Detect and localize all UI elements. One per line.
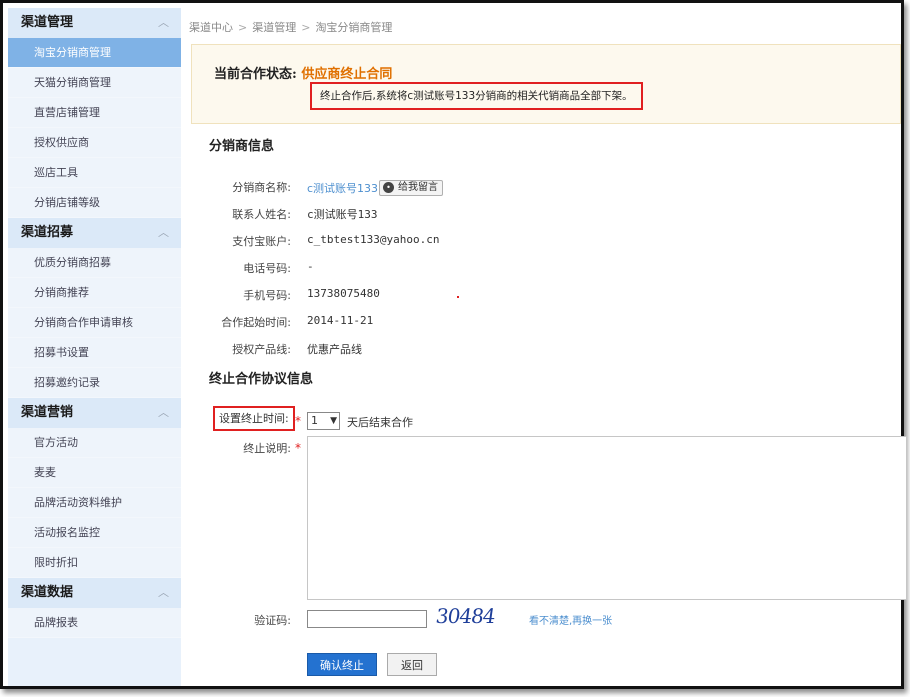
end-time-label: 设置终止时间: — [213, 406, 295, 431]
sidebar-item-maimai[interactable]: 麦麦 — [8, 458, 181, 488]
main-content: 渠道中心 > 渠道管理 > 淘宝分销商管理 当前合作状态: 供应商终止合同 终止合作后,… — [181, 8, 907, 686]
sidebar-item-signup-monitor[interactable]: 活动报名监控 — [8, 518, 181, 548]
chat-icon: • — [383, 182, 394, 193]
field-value-alipay: c_tbtest133@yahoo.cn — [307, 233, 440, 246]
confirm-terminate-button[interactable]: 确认终止 — [307, 653, 377, 676]
captcha-label: 验证码: — [254, 614, 291, 627]
breadcrumb-item-channel-center[interactable]: 渠道中心 — [189, 21, 233, 34]
sidebar-section-channel-data[interactable]: 渠道数据 ︿ — [8, 578, 181, 608]
status-panel: 当前合作状态: 供应商终止合同 终止合作后,系统将c测试账号133分销商的相关代… — [191, 44, 901, 124]
cooperation-status: 当前合作状态: 供应商终止合同 — [214, 63, 392, 82]
leave-message-button[interactable]: • 给我留言 — [379, 180, 443, 196]
termination-info-title: 终止合作协议信息 — [209, 372, 314, 387]
sidebar-section-title: 渠道招募 — [21, 225, 74, 240]
sidebar-item-application-review[interactable]: 分销商合作申请审核 — [8, 308, 181, 338]
chevron-down-icon: ▼ — [330, 416, 337, 426]
field-label-contact: 联系人姓名: — [232, 208, 291, 221]
status-value: 供应商终止合同 — [301, 67, 393, 82]
chevron-up-icon[interactable]: ︿ — [158, 8, 169, 38]
sidebar-item-official-events[interactable]: 官方活动 — [8, 428, 181, 458]
sidebar-section-title: 渠道数据 — [21, 585, 74, 600]
breadcrumb-item-channel-management[interactable]: 渠道管理 — [252, 21, 296, 34]
browser-frame: 渠道管理 ︿ 淘宝分销商管理 天猫分销商管理 直营店铺管理 授权供应商 巡店工具… — [0, 0, 907, 689]
sidebar-item-flash-discount[interactable]: 限时折扣 — [8, 548, 181, 578]
sidebar-item-direct-stores[interactable]: 直营店铺管理 — [8, 98, 181, 128]
field-value-phone: - — [307, 260, 314, 273]
field-label-product-line: 授权产品线: — [232, 343, 291, 356]
breadcrumb: 渠道中心 > 渠道管理 > 淘宝分销商管理 — [189, 19, 392, 35]
field-value-start-date: 2014-11-21 — [307, 314, 374, 327]
breadcrumb-separator: > — [238, 21, 248, 34]
field-value-contact: c测试账号133 — [307, 208, 378, 221]
description-label: 终止说明: — [243, 442, 291, 455]
captcha-image[interactable]: 30484 — [434, 604, 496, 628]
sidebar-item-recruitment-settings[interactable]: 招募书设置 — [8, 338, 181, 368]
required-mark: * — [295, 441, 301, 455]
termination-notice: 终止合作后,系统将c测试账号133分销商的相关代销商品全部下架。 — [310, 82, 643, 110]
sidebar-section-channel-management[interactable]: 渠道管理 ︿ — [8, 8, 181, 38]
captcha-input[interactable] — [307, 610, 427, 628]
distributor-name-link[interactable]: c测试账号133 — [307, 180, 378, 196]
back-button[interactable]: 返回 — [387, 653, 437, 676]
sidebar-item-authorized-suppliers[interactable]: 授权供应商 — [8, 128, 181, 158]
field-label-alipay: 支付宝账户: — [232, 235, 291, 248]
field-label-start-date: 合作起始时间: — [221, 316, 291, 329]
sidebar-section-channel-marketing[interactable]: 渠道营销 ︿ — [8, 398, 181, 428]
end-days-select[interactable]: 1 ▼ — [307, 412, 340, 430]
field-label-phone: 电话号码: — [243, 262, 291, 275]
chevron-up-icon[interactable]: ︿ — [158, 578, 169, 608]
end-days-suffix: 天后结束合作 — [347, 416, 413, 429]
sidebar-item-store-levels[interactable]: 分销店铺等级 — [8, 188, 181, 218]
field-label-distributor-name: 分销商名称: — [232, 181, 291, 194]
sidebar-item-taobao-distributors[interactable]: 淘宝分销商管理 — [8, 38, 181, 68]
sidebar-item-invitation-records[interactable]: 招募邀约记录 — [8, 368, 181, 398]
chevron-up-icon[interactable]: ︿ — [158, 218, 169, 248]
sidebar-item-tmall-distributors[interactable]: 天猫分销商管理 — [8, 68, 181, 98]
required-mark: * — [295, 414, 301, 428]
captcha-refresh-link[interactable]: 看不清楚,再换一张 — [529, 612, 612, 627]
field-value-mobile: 13738075480 — [307, 287, 380, 300]
leave-message-label: 给我留言 — [398, 182, 438, 193]
sidebar-item-patrol-tool[interactable]: 巡店工具 — [8, 158, 181, 188]
status-label: 当前合作状态: — [214, 67, 297, 82]
sidebar-item-quality-recruitment[interactable]: 优质分销商招募 — [8, 248, 181, 278]
breadcrumb-separator: > — [301, 21, 311, 34]
termination-description-textarea[interactable] — [307, 436, 907, 600]
sidebar-section-channel-recruitment[interactable]: 渠道招募 ︿ — [8, 218, 181, 248]
stray-dot — [457, 296, 459, 298]
sidebar-item-recommend[interactable]: 分销商推荐 — [8, 278, 181, 308]
field-value-product-line: 优惠产品线 — [307, 343, 362, 356]
breadcrumb-item-current: 淘宝分销商管理 — [315, 21, 393, 34]
distributor-info-title: 分销商信息 — [209, 139, 275, 154]
sidebar-section-title: 渠道管理 — [21, 15, 74, 30]
chevron-up-icon[interactable]: ︿ — [158, 398, 169, 428]
sidebar-section-title: 渠道营销 — [21, 405, 74, 420]
sidebar-item-brand-reports[interactable]: 品牌报表 — [8, 608, 181, 638]
sidebar: 渠道管理 ︿ 淘宝分销商管理 天猫分销商管理 直营店铺管理 授权供应商 巡店工具… — [8, 8, 181, 686]
sidebar-item-brand-materials[interactable]: 品牌活动资料维护 — [8, 488, 181, 518]
end-days-value: 1 — [311, 414, 318, 427]
field-label-mobile: 手机号码: — [243, 289, 291, 302]
